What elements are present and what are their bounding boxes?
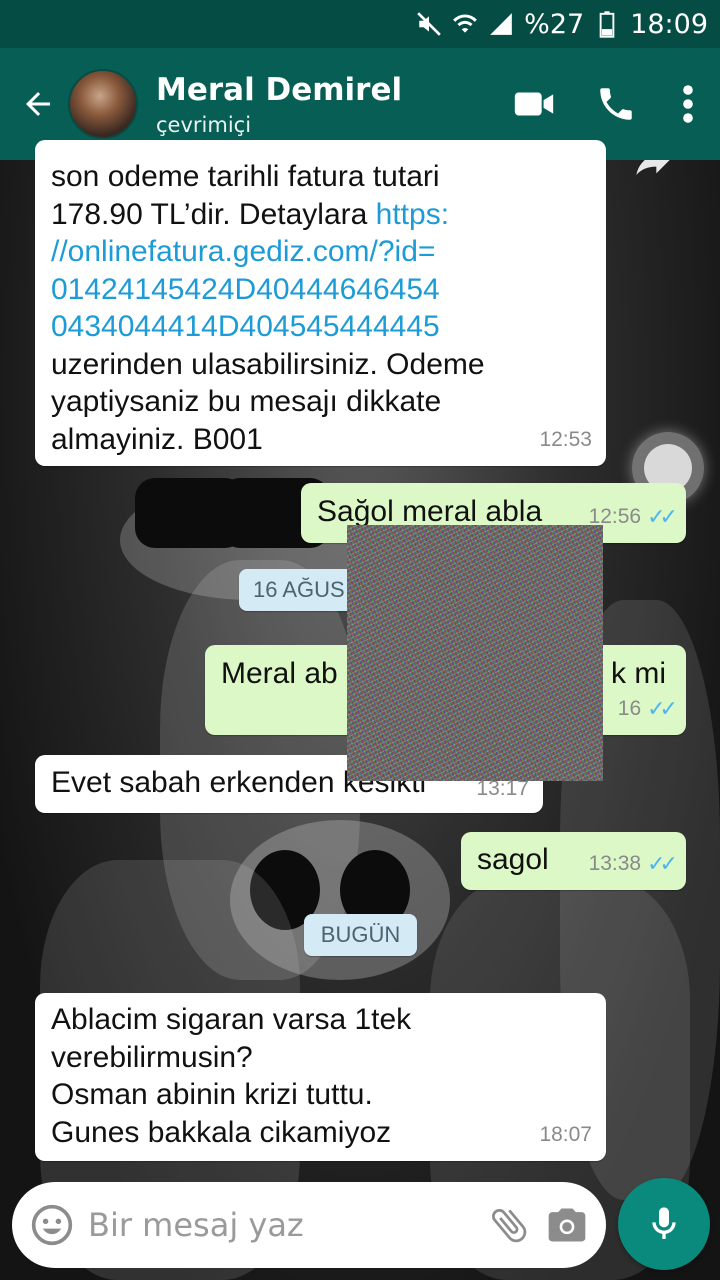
- camera-button[interactable]: [545, 1200, 589, 1250]
- message-text: Ablacim sigaran varsa 1tek verebilirmusi…: [51, 1003, 412, 1149]
- back-arrow-icon: [26, 92, 50, 116]
- emoji-icon: [31, 1204, 73, 1246]
- message-input[interactable]: [88, 1206, 487, 1244]
- read-receipt-icon: ✓✓: [647, 850, 678, 876]
- read-receipt-icon: ✓✓: [647, 503, 678, 529]
- wifi-icon: [452, 11, 478, 37]
- message-outgoing[interactable]: sagol 13:38 ✓✓: [461, 832, 686, 890]
- message-text-end: k mi: [611, 657, 666, 690]
- redaction-noise: [347, 525, 603, 781]
- message-time: 16 ✓✓: [618, 690, 678, 728]
- voice-record-button[interactable]: [618, 1178, 710, 1270]
- message-time: 12:53: [539, 427, 592, 451]
- clock: 18:09: [630, 8, 708, 40]
- phone-icon: [600, 88, 632, 120]
- invoice-link-line[interactable]: 01424145424D40444646454: [51, 271, 588, 309]
- message-text: Sağol meral abla: [317, 495, 543, 528]
- contact-status: çevrimiçi: [156, 113, 252, 137]
- mute-icon: [416, 11, 442, 37]
- battery-percent: %27: [524, 8, 585, 40]
- date-divider-today: BUGÜN: [304, 914, 417, 956]
- attach-button[interactable]: [487, 1200, 531, 1250]
- contact-info[interactable]: Meral Demirel çevrimiçi: [156, 71, 502, 137]
- message-text: sagol: [477, 843, 549, 876]
- message-incoming[interactable]: Ablacim sigaran varsa 1tek verebilirmusi…: [35, 993, 606, 1161]
- emoji-button[interactable]: [30, 1200, 74, 1250]
- more-vert-icon: [683, 85, 693, 123]
- message-time: 13:38 ✓✓: [589, 845, 678, 883]
- invoice-link-line[interactable]: //onlinefatura.gediz.com/?id=: [51, 233, 588, 271]
- forward-icon: [636, 160, 670, 175]
- signal-icon: [488, 11, 514, 37]
- read-receipt-icon: ✓✓: [647, 695, 678, 721]
- status-bar: %27 18:09: [0, 0, 720, 48]
- invoice-link[interactable]: https:: [376, 198, 449, 231]
- message-composer: [12, 1182, 606, 1268]
- message-text: Meral ab: [221, 657, 338, 690]
- invoice-link-line[interactable]: 0434044414D404545444445: [51, 308, 588, 346]
- contact-name: Meral Demirel: [156, 72, 403, 108]
- camera-icon: [548, 1208, 586, 1242]
- battery-icon: [594, 11, 620, 38]
- mic-icon: [652, 1207, 676, 1239]
- message-time: 18:07: [539, 1122, 592, 1146]
- avatar[interactable]: [68, 69, 138, 139]
- forward-button[interactable]: [630, 160, 676, 180]
- message-incoming-invoice[interactable]: son odeme tarihli fatura tutari 178.90 T…: [35, 140, 606, 466]
- attach-icon: [492, 1209, 527, 1243]
- video-call-button[interactable]: [502, 72, 566, 136]
- video-call-icon: [514, 92, 554, 116]
- voice-call-button[interactable]: [584, 72, 648, 136]
- back-button[interactable]: [12, 74, 64, 134]
- more-options-button[interactable]: [666, 72, 710, 136]
- message-text: son odeme tarihli fatura tutari 178.90 T…: [51, 158, 588, 458]
